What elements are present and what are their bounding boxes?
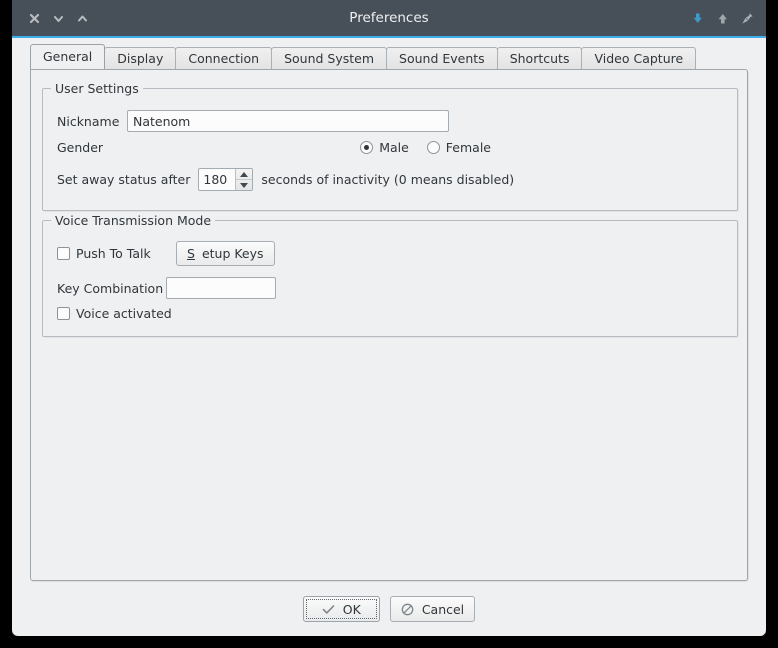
nickname-row: Nickname <box>57 110 723 132</box>
prohibited-icon <box>401 602 415 616</box>
tab-display[interactable]: Display <box>104 47 177 69</box>
checkbox-push-to-talk[interactable]: Push To Talk <box>57 246 165 261</box>
push-to-talk-checkbox-indicator <box>57 247 70 260</box>
gender-radio-female[interactable]: Female <box>426 140 491 155</box>
gender-male-label: Male <box>379 140 409 155</box>
window-corner-bottom-right <box>760 630 766 636</box>
titlebar[interactable]: Preferences <box>12 0 766 38</box>
push-to-talk-label: Push To Talk <box>76 246 151 261</box>
voice-activated-checkbox-indicator <box>57 307 70 320</box>
group-title-user-settings: User Settings <box>51 81 143 96</box>
keep-below-icon[interactable] <box>691 12 704 25</box>
away-suffix-label: seconds of inactivity (0 means disabled) <box>261 172 515 187</box>
away-prefix-label: Set away status after <box>57 172 191 187</box>
cancel-button[interactable]: Cancel <box>389 596 476 622</box>
voice-activated-label: Voice activated <box>76 306 172 321</box>
tab-panel-general: User Settings Nickname Gender Male Femal… <box>30 69 748 581</box>
key-combination-row: Key Combination <box>57 277 276 299</box>
dialog-button-box: OK Cancel <box>12 596 766 622</box>
key-combination-label: Key Combination <box>57 280 164 296</box>
tab-sound-events[interactable]: Sound Events <box>386 47 498 69</box>
gender-label: Gender <box>57 140 104 155</box>
group-voice-transmission-mode: Voice Transmission Mode Push To Talk Set… <box>42 213 738 337</box>
tab-bar: General Display Connection Sound System … <box>30 44 697 69</box>
setup-keys-rest: etup Keys <box>201 246 264 261</box>
tab-video-capture[interactable]: Video Capture <box>581 47 697 69</box>
group-title-voice-transmission: Voice Transmission Mode <box>51 213 216 228</box>
gender-row: Gender Male Female <box>57 140 723 155</box>
check-icon <box>322 602 336 616</box>
ok-button-label: OK <box>342 601 361 617</box>
cancel-button-label: Cancel <box>421 601 465 617</box>
key-combination-input[interactable] <box>166 277 276 299</box>
group-user-settings: User Settings Nickname Gender Male Femal… <box>42 81 738 211</box>
nickname-input[interactable] <box>127 110 449 132</box>
ok-button[interactable]: OK <box>302 596 380 622</box>
radio-female-indicator <box>426 141 440 154</box>
nickname-label: Nickname <box>57 113 120 129</box>
away-seconds-spinbox[interactable] <box>198 168 254 191</box>
away-status-row: Set away status after seconds of inactiv… <box>57 168 723 191</box>
gender-radio-male[interactable]: Male <box>360 140 409 155</box>
setup-keys-button[interactable]: Setup Keys <box>176 241 275 266</box>
gender-female-label: Female <box>445 140 491 155</box>
radio-male-indicator <box>360 141 374 154</box>
window-corner-bottom-left <box>12 630 18 636</box>
titlebar-right-buttons <box>691 0 754 36</box>
tab-sound-system[interactable]: Sound System <box>271 47 388 69</box>
keep-above-icon[interactable] <box>716 12 729 25</box>
away-seconds-input[interactable] <box>199 169 236 190</box>
voice-activated-row: Voice activated <box>57 306 172 321</box>
spinbox-up-icon[interactable] <box>236 169 253 180</box>
tab-general[interactable]: General <box>30 44 106 69</box>
tab-connection[interactable]: Connection <box>175 47 273 69</box>
window-title: Preferences <box>349 10 429 26</box>
spinbox-down-icon[interactable] <box>236 180 252 190</box>
preferences-window: Preferences General Display Connection S… <box>12 0 766 636</box>
checkbox-voice-activated[interactable]: Voice activated <box>57 306 172 321</box>
tab-shortcuts[interactable]: Shortcuts <box>496 47 583 69</box>
away-seconds-stepper <box>235 169 253 190</box>
push-to-talk-row: Push To Talk Setup Keys <box>57 241 275 266</box>
setup-keys-mnemonic: S <box>187 246 195 261</box>
pin-icon[interactable] <box>741 12 754 25</box>
